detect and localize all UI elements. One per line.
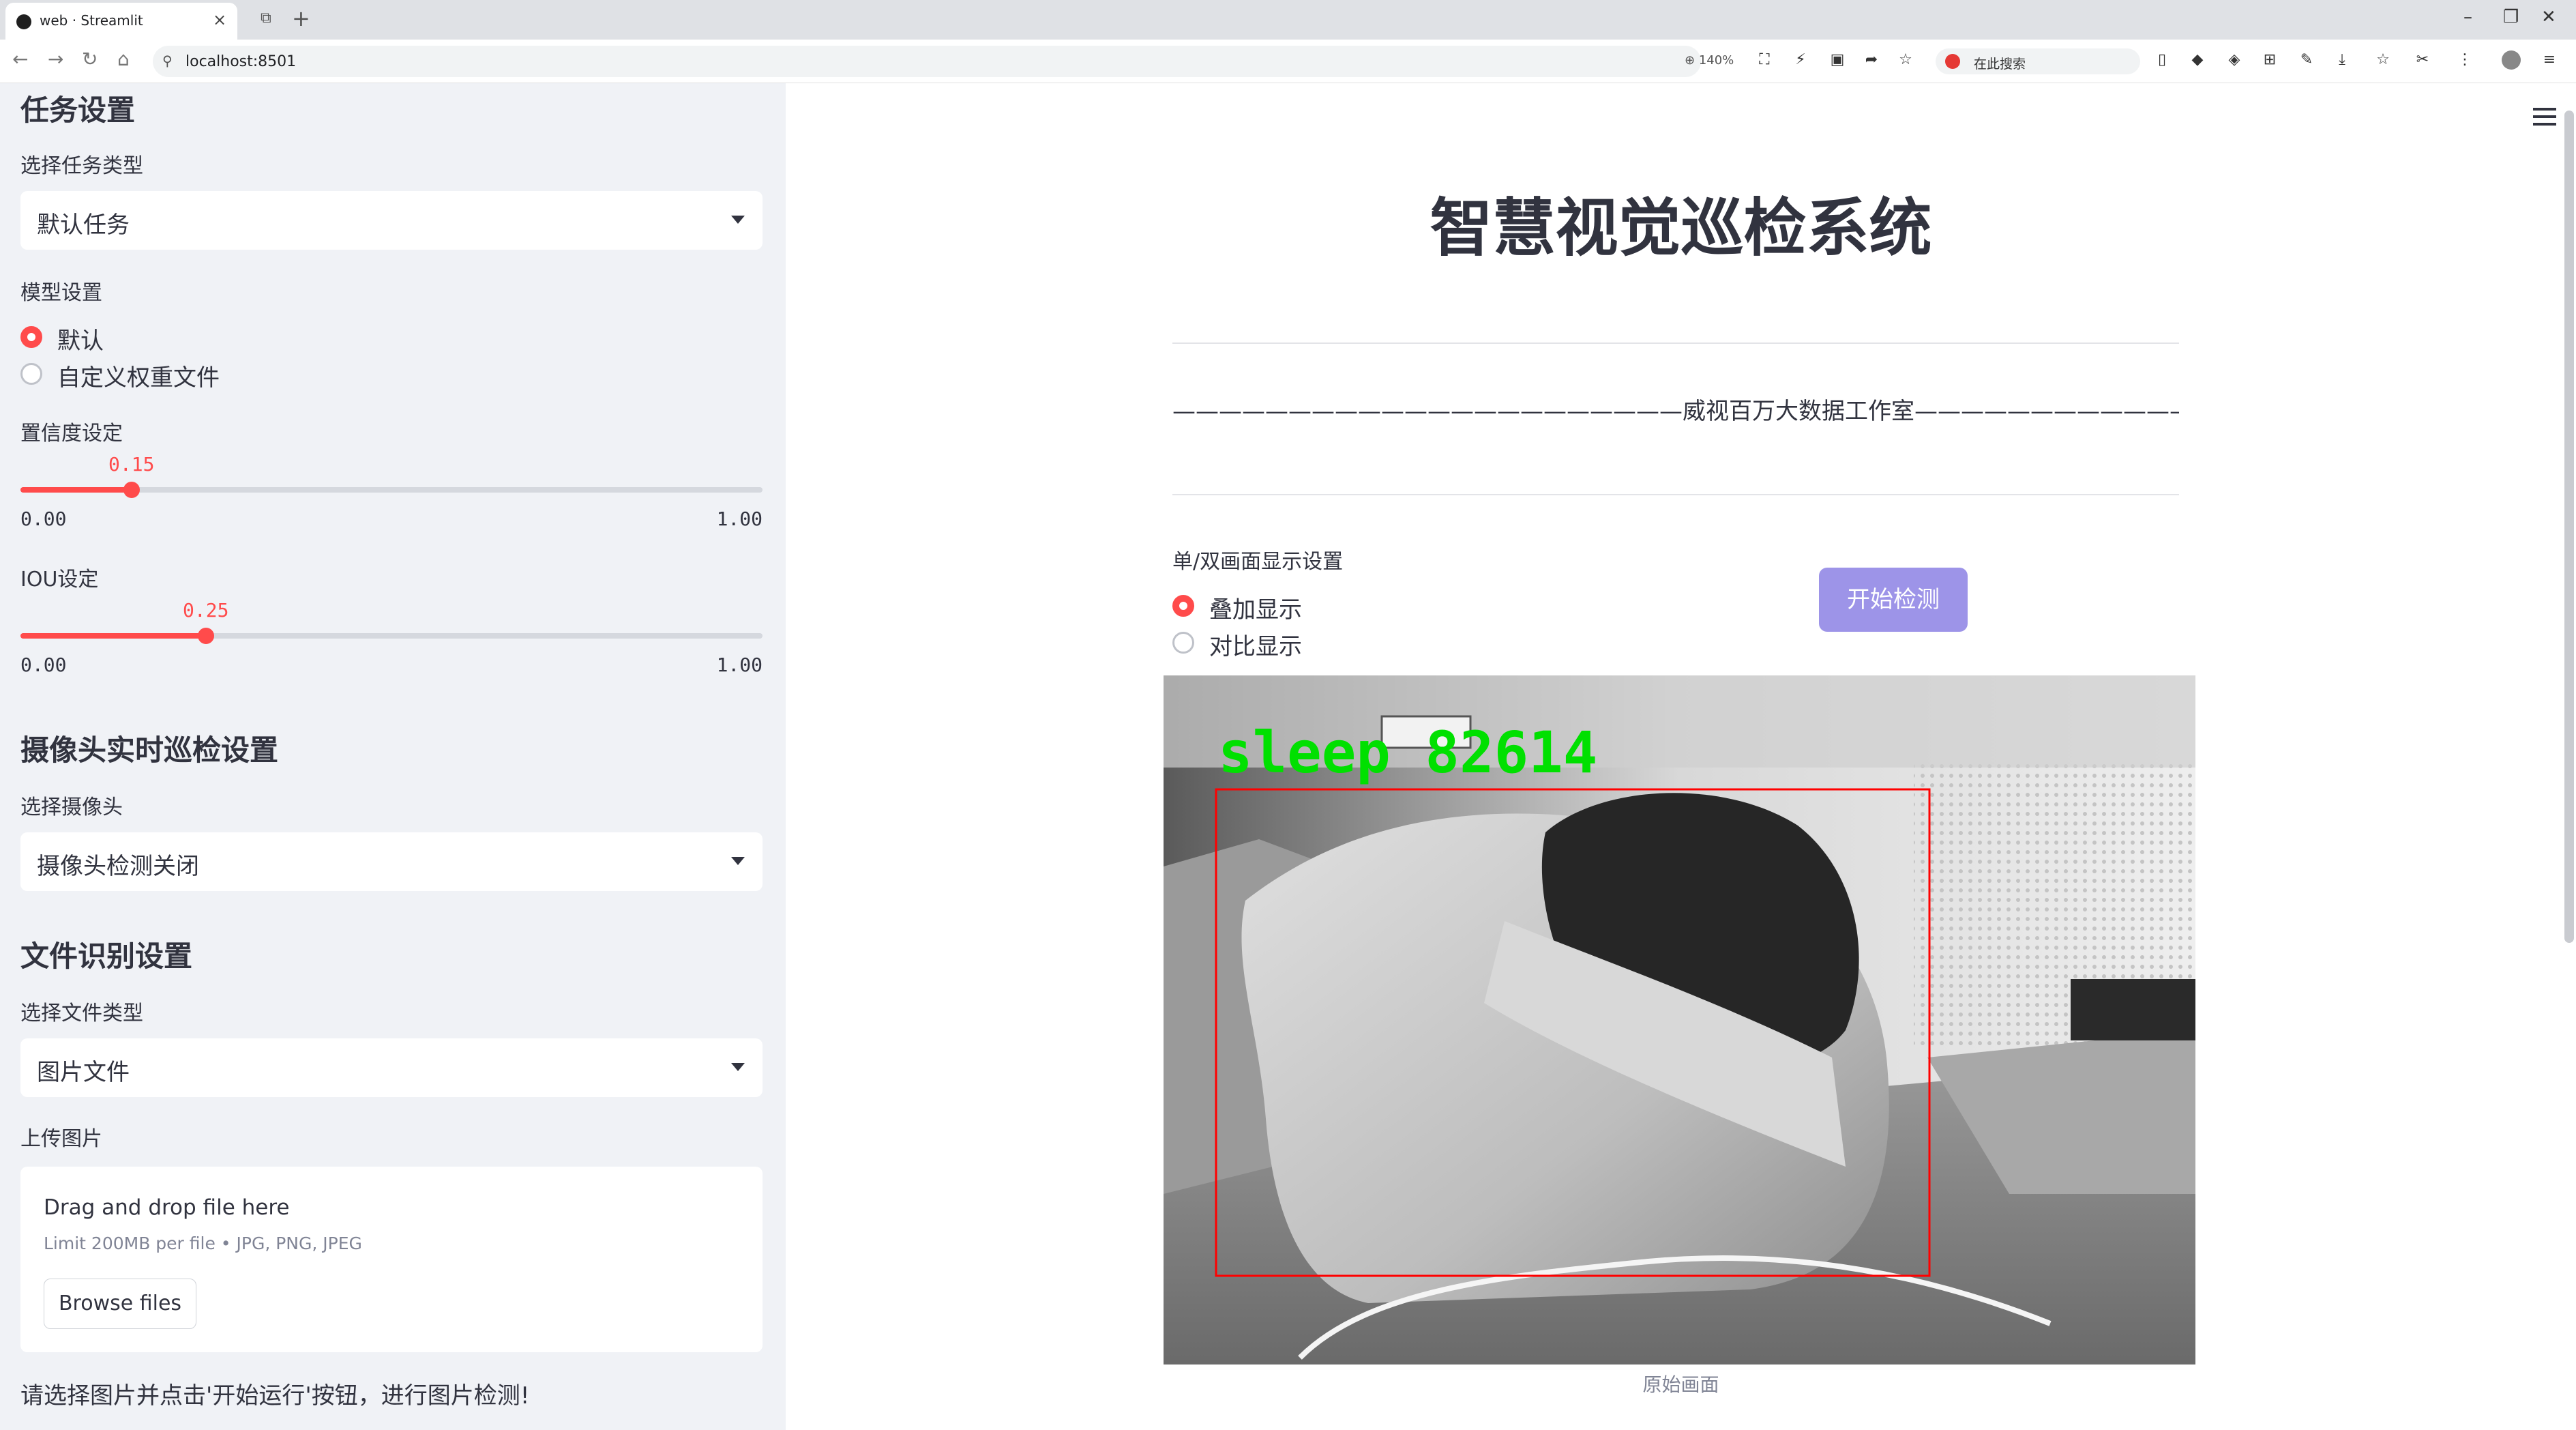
browser-search-box[interactable]: 在此搜索 (1936, 48, 2140, 74)
new-tab-icon[interactable]: + (292, 5, 310, 31)
radio-unchecked-icon (1172, 632, 1194, 654)
favorites-icon[interactable]: ☆ (2373, 50, 2393, 70)
browser-tab[interactable]: web · Streamlit × (5, 3, 237, 40)
file-dropzone[interactable]: Drag and drop file here Limit 200MB per … (20, 1167, 763, 1352)
page-subtitle: ——————————————————————威视百万大数据工作室————————… (1172, 398, 2179, 425)
close-icon[interactable]: × (213, 10, 226, 29)
camera-settings-heading: 摄像头实时巡检设置 (20, 733, 279, 767)
slider-max: 1.00 (716, 508, 763, 530)
pen-icon[interactable]: ✎ (2297, 50, 2316, 70)
reload-icon[interactable]: ↻ (82, 48, 98, 70)
monitor (2071, 979, 2195, 1040)
search-placeholder: 在此搜索 (1974, 57, 2026, 72)
slider-thumb[interactable] (123, 482, 140, 498)
back-icon[interactable]: ← (12, 48, 28, 70)
start-detection-button[interactable]: 开始检测 (1819, 568, 1968, 632)
minimize-icon[interactable]: – (2463, 7, 2472, 27)
radio-unchecked-icon (20, 363, 42, 385)
url-text: localhost:8501 (186, 53, 297, 70)
search-engine-logo-icon (1945, 54, 1960, 69)
sidebar-note: 请选择图片并点击'开始运行'按钮，进行图片检测! (20, 1382, 530, 1410)
camera-select[interactable]: 摄像头检测关闭 (20, 832, 763, 891)
iou-label: IOU设定 (20, 568, 99, 592)
dropzone-title: Drag and drop file here (44, 1195, 290, 1220)
address-bar: ← → ↻ ⌂ ⚲ localhost:8501 ⊕ 140% ⛶ ⚡ ▣ ➦ … (0, 40, 2576, 83)
sidebar: 任务设置 选择任务类型 默认任务 模型设置 默认 自定义权重文件 置信度设定 0… (0, 83, 786, 1430)
app-icon[interactable]: ◈ (2225, 50, 2244, 70)
window-close-icon[interactable]: ✕ (2541, 7, 2556, 27)
task-type-select[interactable]: 默认任务 (20, 191, 763, 250)
streamlit-favicon-icon (16, 14, 31, 29)
slider-min: 0.00 (20, 654, 67, 676)
file-type-label: 选择文件类型 (20, 1002, 143, 1025)
radio-label: 对比显示 (1209, 633, 1302, 660)
detection-image: sleep 82614 (1164, 675, 2195, 1365)
chevron-down-icon (731, 1063, 745, 1071)
confidence-slider[interactable]: 0.15 0.00 1.00 (20, 453, 763, 546)
radio-label: 叠加显示 (1209, 596, 1302, 624)
avatar[interactable] (2502, 50, 2521, 70)
slider-thumb[interactable] (198, 628, 214, 644)
bookmark-star-icon[interactable]: ☆ (1896, 50, 1915, 70)
image-caption: 原始画面 (1642, 1373, 1719, 1396)
slider-fill (20, 487, 132, 493)
chevron-down-icon (731, 857, 745, 865)
upload-label: 上传图片 (20, 1127, 102, 1151)
file-settings-heading: 文件识别设置 (20, 939, 193, 973)
main-content: 智慧视觉巡检系统 ——————————————————————威视百万大数据工作… (786, 83, 2576, 1430)
model-settings-label: 模型设置 (20, 281, 102, 305)
detection-label: sleep 82614 (1218, 719, 1597, 786)
radio-label: 自定义权重文件 (57, 364, 220, 392)
display-mode-label: 单/双画面显示设置 (1172, 550, 1344, 574)
confidence-label: 置信度设定 (20, 422, 123, 446)
lightning-icon[interactable]: ⚡ (1791, 50, 1810, 70)
file-type-select[interactable]: 图片文件 (20, 1038, 763, 1097)
slider-max: 1.00 (716, 654, 763, 676)
zoom-indicator[interactable]: ⊕ 140% (1685, 53, 1734, 68)
file-type-value: 图片文件 (37, 1059, 130, 1086)
radio-label: 默认 (57, 327, 104, 355)
divider (1172, 494, 2179, 495)
dropzone-limit: Limit 200MB per file • JPG, PNG, JPEG (44, 1234, 362, 1253)
task-type-value: 默认任务 (37, 211, 130, 239)
restore-icon[interactable]: ❐ (2503, 7, 2519, 27)
translate-icon[interactable]: ⛶ (1755, 50, 1774, 70)
chevron-down-icon (731, 216, 745, 224)
scissors-icon[interactable]: ✂ (2413, 50, 2432, 70)
tab-group-icon[interactable]: ⧉ (261, 10, 271, 27)
download-icon[interactable]: ⤓ (2333, 50, 2352, 70)
search-icon: ⚲ (162, 53, 173, 69)
page-title: 智慧视觉巡检系统 (1430, 192, 1932, 265)
home-icon[interactable]: ⌂ (117, 48, 130, 70)
task-settings-heading: 任务设置 (20, 93, 136, 127)
more-menu-icon[interactable]: ⋮ (2455, 50, 2474, 70)
slider-value: 0.25 (183, 599, 229, 622)
tab-title: web · Streamlit (40, 12, 143, 29)
slider-fill (20, 633, 206, 639)
radio-checked-icon (20, 326, 42, 348)
camera-select-value: 摄像头检测关闭 (37, 853, 199, 880)
browser-menu-icon[interactable]: ≡ (2540, 50, 2559, 70)
phone-icon[interactable]: ▯ (2152, 50, 2172, 70)
slider-min: 0.00 (20, 508, 67, 530)
camera-select-label: 选择摄像头 (20, 796, 123, 819)
extension-icon[interactable]: ◆ (2188, 50, 2207, 70)
capture-icon[interactable]: ▣ (1828, 50, 1847, 70)
url-input[interactable]: ⚲ localhost:8501 (153, 46, 1701, 77)
divider (1172, 342, 2179, 344)
tab-bar: web · Streamlit × ⧉ + – ❐ ✕ (0, 0, 2576, 40)
task-type-label: 选择任务类型 (20, 154, 143, 178)
browse-files-button[interactable]: Browse files (44, 1279, 196, 1329)
slider-value: 0.15 (108, 453, 155, 476)
hamburger-menu-icon[interactable] (2533, 108, 2556, 126)
zoom-level: 140% (1698, 53, 1734, 68)
forward-icon[interactable]: → (48, 48, 63, 70)
share-icon[interactable]: ➦ (1862, 50, 1881, 70)
collections-icon[interactable]: ⊞ (2260, 50, 2279, 70)
browser-window: web · Streamlit × ⧉ + – ❐ ✕ ← → ↻ ⌂ ⚲ lo… (0, 0, 2576, 1430)
detection-image-svg: sleep 82614 (1164, 675, 2195, 1365)
radio-checked-icon (1172, 595, 1194, 617)
iou-slider[interactable]: 0.25 0.00 1.00 (20, 599, 763, 692)
